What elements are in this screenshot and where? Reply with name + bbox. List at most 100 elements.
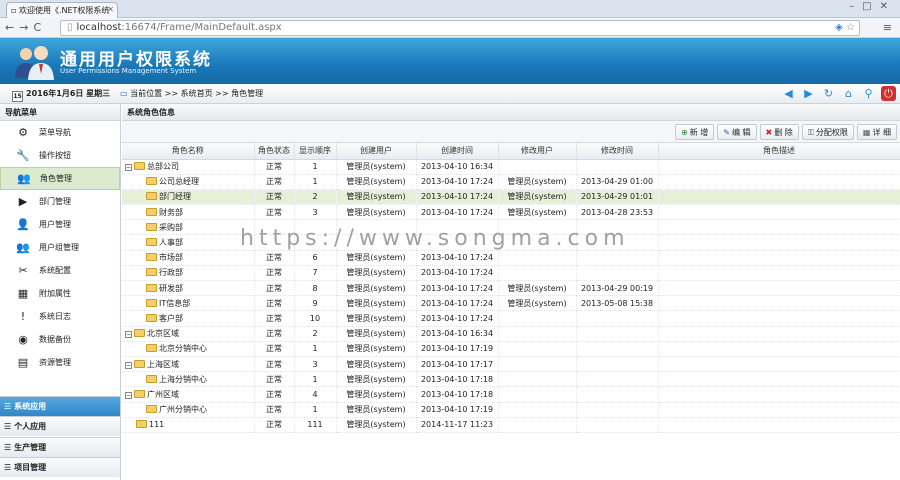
role-name-cell: 公司总经理 bbox=[122, 174, 255, 190]
shield-icon[interactable]: ◈ ☆ bbox=[835, 22, 855, 33]
folder-icon bbox=[134, 329, 145, 338]
column-header[interactable]: 修改时间 bbox=[576, 143, 659, 160]
sidebar-item-label: 附加属性 bbox=[39, 289, 71, 298]
table-row[interactable]: 财务部 正常 3 管理员(system) 2013-04-10 17:24 管理员(sys… bbox=[122, 204, 900, 221]
table-row[interactable]: 公司总经理 正常 1 管理员(system) 2013-04-10 17:24 管理员(s… bbox=[122, 174, 900, 190]
sidebar-item-label: 菜单导航 bbox=[39, 128, 71, 137]
sidebar-item[interactable]: ◉ 数据备份 bbox=[0, 328, 120, 351]
collapse-icon[interactable]: − bbox=[125, 331, 132, 339]
sidebar-group[interactable]: ☰ 项目管理 bbox=[0, 457, 120, 477]
column-header[interactable]: 角色状态 bbox=[254, 143, 295, 160]
forward-icon[interactable]: → bbox=[19, 21, 33, 34]
page-icon: ▫ bbox=[11, 6, 19, 15]
cell-modifier bbox=[498, 386, 577, 403]
home-icon[interactable]: ⌂ bbox=[841, 86, 856, 101]
collapse-icon[interactable]: − bbox=[125, 361, 132, 369]
power-icon[interactable]: ⏻ bbox=[881, 86, 896, 101]
table-row[interactable]: 111 正常 111 管理员(system) 2014-11-17 11:23 bbox=[122, 417, 900, 433]
detail-button[interactable]: ▦ 详 细 bbox=[856, 124, 897, 140]
collapse-icon[interactable]: − bbox=[125, 391, 132, 399]
browser-menu-icon[interactable]: ≡ bbox=[883, 21, 892, 34]
table-row[interactable]: − 北京区域 正常 2 管理员(system) 2013-04-10 16:34 bbox=[122, 326, 900, 342]
sidebar-group[interactable]: ☰ 生产管理 bbox=[0, 437, 120, 457]
column-header[interactable]: 显示顺序 bbox=[294, 143, 337, 160]
sidebar-item[interactable]: 🔧 操作按钮 bbox=[0, 144, 120, 167]
sidebar-item[interactable]: ▤ 资源管理 bbox=[0, 351, 120, 374]
role-name-cell: − 广州区域 bbox=[122, 386, 255, 403]
role-name: 广州区域 bbox=[147, 389, 179, 399]
cell-creator: 管理员(system) bbox=[336, 295, 417, 312]
browser-tab[interactable]: ▫ 欢迎使用《.NET权限系统 ✕ bbox=[6, 2, 118, 18]
column-header[interactable]: 修改用户 bbox=[498, 143, 577, 160]
cell-modified bbox=[576, 326, 659, 342]
cell-order: 10 bbox=[294, 310, 337, 327]
window-close-icon[interactable]: ✕ bbox=[880, 1, 896, 12]
minimize-icon[interactable]: – bbox=[849, 1, 862, 12]
cell-creator: 管理员(system) bbox=[336, 189, 417, 206]
sidebar-item[interactable]: ▶ 部门管理 bbox=[0, 190, 120, 213]
app-banner: 通用用户权限系统 User Permissions Management Sys… bbox=[0, 38, 900, 84]
column-header[interactable]: 角色描述 bbox=[658, 143, 900, 160]
sidebar-item[interactable]: 👥 用户组管理 bbox=[0, 236, 120, 259]
maximize-icon[interactable]: □ bbox=[862, 1, 879, 12]
table-row[interactable]: − 广州区域 正常 4 管理员(system) 2013-04-10 17:18 bbox=[122, 386, 900, 403]
refresh-icon[interactable]: ↻ bbox=[821, 86, 836, 101]
table-row[interactable]: 行政部 正常 7 管理员(system) 2013-04-10 17:24 bbox=[122, 265, 900, 282]
column-header[interactable]: 角色名称 bbox=[122, 143, 255, 160]
table-row[interactable]: 上海分销中心 正常 1 管理员(system) 2013-04-10 17:18 bbox=[122, 371, 900, 388]
cell-creator: 管理员(system) bbox=[336, 356, 417, 373]
group-icon: ☰ bbox=[4, 463, 12, 472]
back-arrow-icon[interactable]: ◀ bbox=[781, 86, 796, 101]
sidebar-item[interactable]: 👤 用户管理 bbox=[0, 213, 120, 236]
column-header[interactable]: 创建时间 bbox=[416, 143, 499, 160]
reload-icon[interactable]: C bbox=[33, 21, 46, 34]
role-name: 公司总经理 bbox=[159, 177, 199, 187]
table-row[interactable]: 人事部 bbox=[122, 234, 900, 251]
forward-arrow-icon[interactable]: ▶ bbox=[801, 86, 816, 101]
tab-close-icon[interactable]: ✕ bbox=[107, 5, 114, 14]
cell-creator: 管理员(system) bbox=[336, 280, 417, 297]
cell-modifier bbox=[498, 356, 577, 373]
cell-order: 111 bbox=[294, 417, 337, 433]
sidebar-item[interactable]: ▦ 附加属性 bbox=[0, 282, 120, 305]
role-name-cell: − 北京区域 bbox=[122, 326, 255, 342]
table-row[interactable]: 客户部 正常 10 管理员(system) 2013-04-10 17:24 bbox=[122, 310, 900, 327]
column-header[interactable]: 创建用户 bbox=[336, 143, 417, 160]
table-row[interactable]: − 上海区域 正常 3 管理员(system) 2013-04-10 17:17 bbox=[122, 356, 900, 373]
sidebar-group[interactable]: ☰ 个人应用 bbox=[0, 416, 120, 436]
back-icon[interactable]: ← bbox=[5, 21, 19, 34]
table-row[interactable]: 广州分销中心 正常 1 管理员(system) 2013-04-10 17:19 bbox=[122, 402, 900, 418]
table-row[interactable]: 市场部 正常 6 管理员(system) 2013-04-10 17:24 bbox=[122, 250, 900, 266]
collapse-icon[interactable]: − bbox=[125, 164, 132, 172]
folder-icon bbox=[146, 238, 157, 247]
table-row[interactable]: − 总部公司 正常 1 管理员(system) 2013-04-10 16:34 bbox=[122, 159, 900, 175]
sidebar-group[interactable]: ☰ 系统应用 bbox=[0, 396, 120, 416]
table-row[interactable]: 北京分销中心 正常 1 管理员(system) 2013-04-10 17:19 bbox=[122, 341, 900, 357]
sidebar-item[interactable]: ✂ 系统配置 bbox=[0, 259, 120, 282]
cell-modified: 2013-04-29 01:00 bbox=[576, 174, 659, 190]
cell-order: 1 bbox=[294, 159, 337, 175]
sidebar-item[interactable]: ! 系统日志 bbox=[0, 305, 120, 328]
table-row[interactable]: 研发部 正常 8 管理员(system) 2013-04-10 17:24 管理员(sys… bbox=[122, 280, 900, 297]
top-toolbar-icons: ◀ ▶ ↻ ⌂ ⚲ ⏻ bbox=[781, 86, 896, 101]
table-row[interactable]: 采购部 bbox=[122, 219, 900, 236]
cell-modifier bbox=[498, 326, 577, 342]
sidebar-item-label: 角色管理 bbox=[40, 174, 72, 183]
assign-permission-button[interactable]: ⚿ 分配权限 bbox=[801, 124, 854, 140]
role-name: 上海区域 bbox=[147, 359, 179, 369]
delete-button[interactable]: ✖ 删 除 bbox=[759, 124, 799, 140]
folder-icon bbox=[146, 268, 157, 277]
sidebar-item[interactable]: ⚙ 菜单导航 bbox=[0, 121, 120, 144]
cell-desc bbox=[658, 219, 900, 236]
search-icon[interactable]: ⚲ bbox=[861, 86, 876, 101]
cell-created: 2013-04-10 17:18 bbox=[416, 386, 499, 403]
add-button[interactable]: ⊕ 新 增 bbox=[675, 124, 715, 140]
sidebar-item[interactable]: 👥 角色管理 bbox=[0, 167, 120, 190]
table-row[interactable]: IT信息部 正常 9 管理员(system) 2013-04-10 17:24 管理员(s… bbox=[122, 295, 900, 312]
cell-desc bbox=[658, 310, 900, 327]
cell-created: 2013-04-10 17:24 bbox=[416, 250, 499, 266]
edit-button[interactable]: ✎ 编 辑 bbox=[717, 124, 757, 140]
table-row[interactable]: 部门经理 正常 2 管理员(system) 2013-04-10 17:24 管理员(sy… bbox=[122, 189, 900, 206]
url-field[interactable]: ▯ localhost:16674/Frame/MainDefault.aspx … bbox=[60, 20, 860, 36]
delete-icon: ✖ bbox=[765, 128, 773, 137]
